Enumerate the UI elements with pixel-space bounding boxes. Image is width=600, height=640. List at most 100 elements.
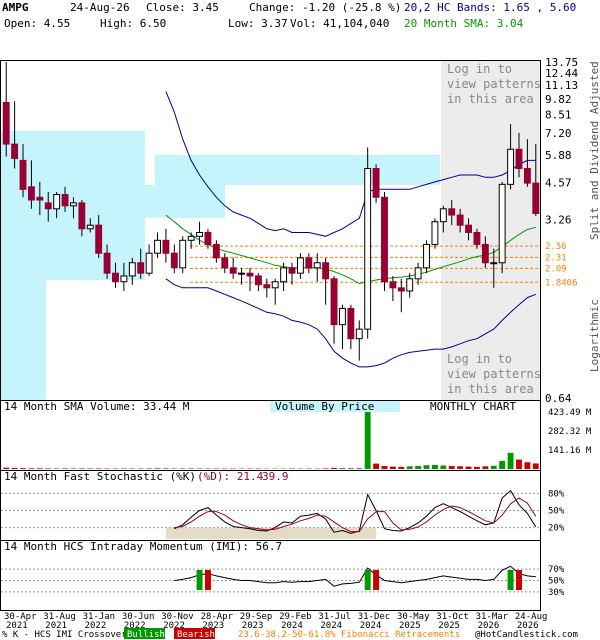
volume-bar	[532, 463, 539, 469]
stochastic-tick-label: 20%	[548, 524, 565, 534]
fibonacci-labels: 2.562.312.09 1.8406	[545, 242, 578, 288]
price-tick-label: 9.82	[545, 93, 572, 106]
candle-body	[204, 231, 212, 245]
candle-body	[481, 243, 489, 264]
bullish-signal	[364, 570, 371, 590]
volume-bar	[95, 468, 102, 469]
header-close: Close: 3.45	[146, 1, 219, 14]
volume-bar	[516, 459, 522, 469]
candle-body	[162, 239, 170, 254]
volume-label: 14 Month SMA Volume: 33.44 M	[4, 400, 190, 413]
candle-body	[103, 252, 111, 274]
candle-body	[515, 148, 523, 170]
candle-body	[238, 272, 246, 275]
imi-tick-label: 50%	[548, 577, 565, 587]
bearish-signal	[373, 570, 380, 590]
volume-bar	[11, 467, 18, 469]
volume-bar	[373, 463, 380, 469]
header-symbol: AMPG	[2, 1, 29, 14]
candle-body	[112, 272, 119, 283]
volume-bar	[36, 468, 43, 469]
candle-body	[456, 214, 464, 226]
candle-body	[313, 262, 321, 269]
candle-body	[397, 287, 405, 292]
volume-bar	[78, 468, 85, 469]
logarithmic-label: Logarithmic	[588, 299, 600, 372]
header-change: Change: -1.20 (-25.8 %)	[249, 1, 401, 14]
stochastic-d-label: (%D): 21.4	[197, 470, 264, 483]
volume-bar	[356, 468, 363, 469]
candle-body	[145, 252, 153, 274]
candle-body	[187, 235, 195, 241]
volume-bar	[474, 466, 480, 469]
monthly-chart-label: MONTHLY CHART	[430, 400, 516, 413]
volume-bar	[440, 465, 447, 469]
candle-body	[246, 272, 254, 277]
volume-bar	[162, 468, 169, 469]
candle-body	[355, 328, 363, 340]
imi-tick-label: 30%	[548, 588, 565, 598]
price-tick-label: 5.88	[545, 149, 572, 162]
header-date: 24-Aug-26	[70, 1, 130, 14]
stochastic-axis: 80% 50% 20%	[548, 489, 565, 533]
volume-bar	[179, 468, 186, 469]
chart-footer: % K - HCS IMI Crossover, Bullish Bearish…	[2, 628, 578, 640]
login-line-2: view patterns	[447, 77, 541, 91]
volume-bar	[196, 468, 203, 469]
candle-body	[347, 307, 355, 340]
split-adjusted-label: Split and Dividend Adjusted	[588, 61, 600, 240]
volume-bar	[347, 468, 354, 469]
candle-body	[389, 281, 397, 289]
candle-body	[296, 257, 304, 274]
candle-body	[36, 196, 44, 201]
volume-bar	[465, 466, 472, 469]
stock-chart: AMPG 24-Aug-26 Close: 3.45 Change: -1.20…	[0, 1, 600, 640]
footer-crossover: % K - HCS IMI Crossover,	[2, 630, 132, 640]
fibonacci-label: 2.31	[545, 253, 567, 263]
volume-bar	[507, 452, 514, 469]
header-sma: 20 Month SMA: 3.04	[404, 17, 524, 30]
candle-body	[271, 281, 279, 289]
candle-body	[27, 186, 35, 201]
vbp-bar	[155, 155, 440, 185]
candle-body	[532, 182, 540, 214]
fibonacci-label: 1.8406	[545, 278, 578, 288]
candle-body	[288, 267, 296, 274]
header-low: Low: 3.37	[228, 17, 288, 30]
footer-bullish: Bullish	[127, 630, 165, 640]
volume-bar	[3, 467, 10, 469]
candle-body	[473, 231, 481, 245]
footer-copyright[interactable]: @HotCandlestick.com	[475, 630, 578, 640]
candle-body	[431, 221, 439, 245]
price-tick-label: 0.64	[545, 392, 572, 405]
volume-bar	[20, 468, 26, 469]
candle-body	[154, 239, 161, 254]
candle-body	[95, 224, 103, 254]
header-open: Open: 4.55	[4, 17, 70, 30]
volume-bar	[129, 468, 136, 469]
volume-bar	[154, 468, 161, 469]
candle-body	[423, 243, 430, 269]
volume-bar	[339, 468, 346, 469]
candle-body	[179, 239, 187, 269]
candle-body	[128, 262, 136, 277]
candle-body	[448, 208, 456, 216]
volume-bar	[524, 462, 531, 469]
imi-axis: 70% 50%30%	[548, 565, 565, 598]
volume-bar	[448, 466, 455, 469]
fibonacci-label: 2.56	[545, 242, 567, 252]
stochastic-label: 14 Month Fast Stochastic (%K)	[4, 470, 196, 483]
price-tick-label: 7.20	[545, 127, 572, 140]
candle-body	[137, 262, 145, 274]
volume-bar	[499, 460, 506, 469]
candle-body	[254, 275, 262, 286]
candle-body	[523, 168, 531, 184]
volume-bar	[120, 468, 127, 469]
candle-body	[19, 159, 27, 190]
price-tick-label: 11.13	[545, 79, 578, 92]
candle-body	[263, 284, 271, 289]
candle-body	[490, 262, 498, 265]
bullish-signal	[196, 570, 203, 590]
footer-bearish: Bearish	[177, 630, 215, 640]
candle-body	[170, 252, 178, 269]
